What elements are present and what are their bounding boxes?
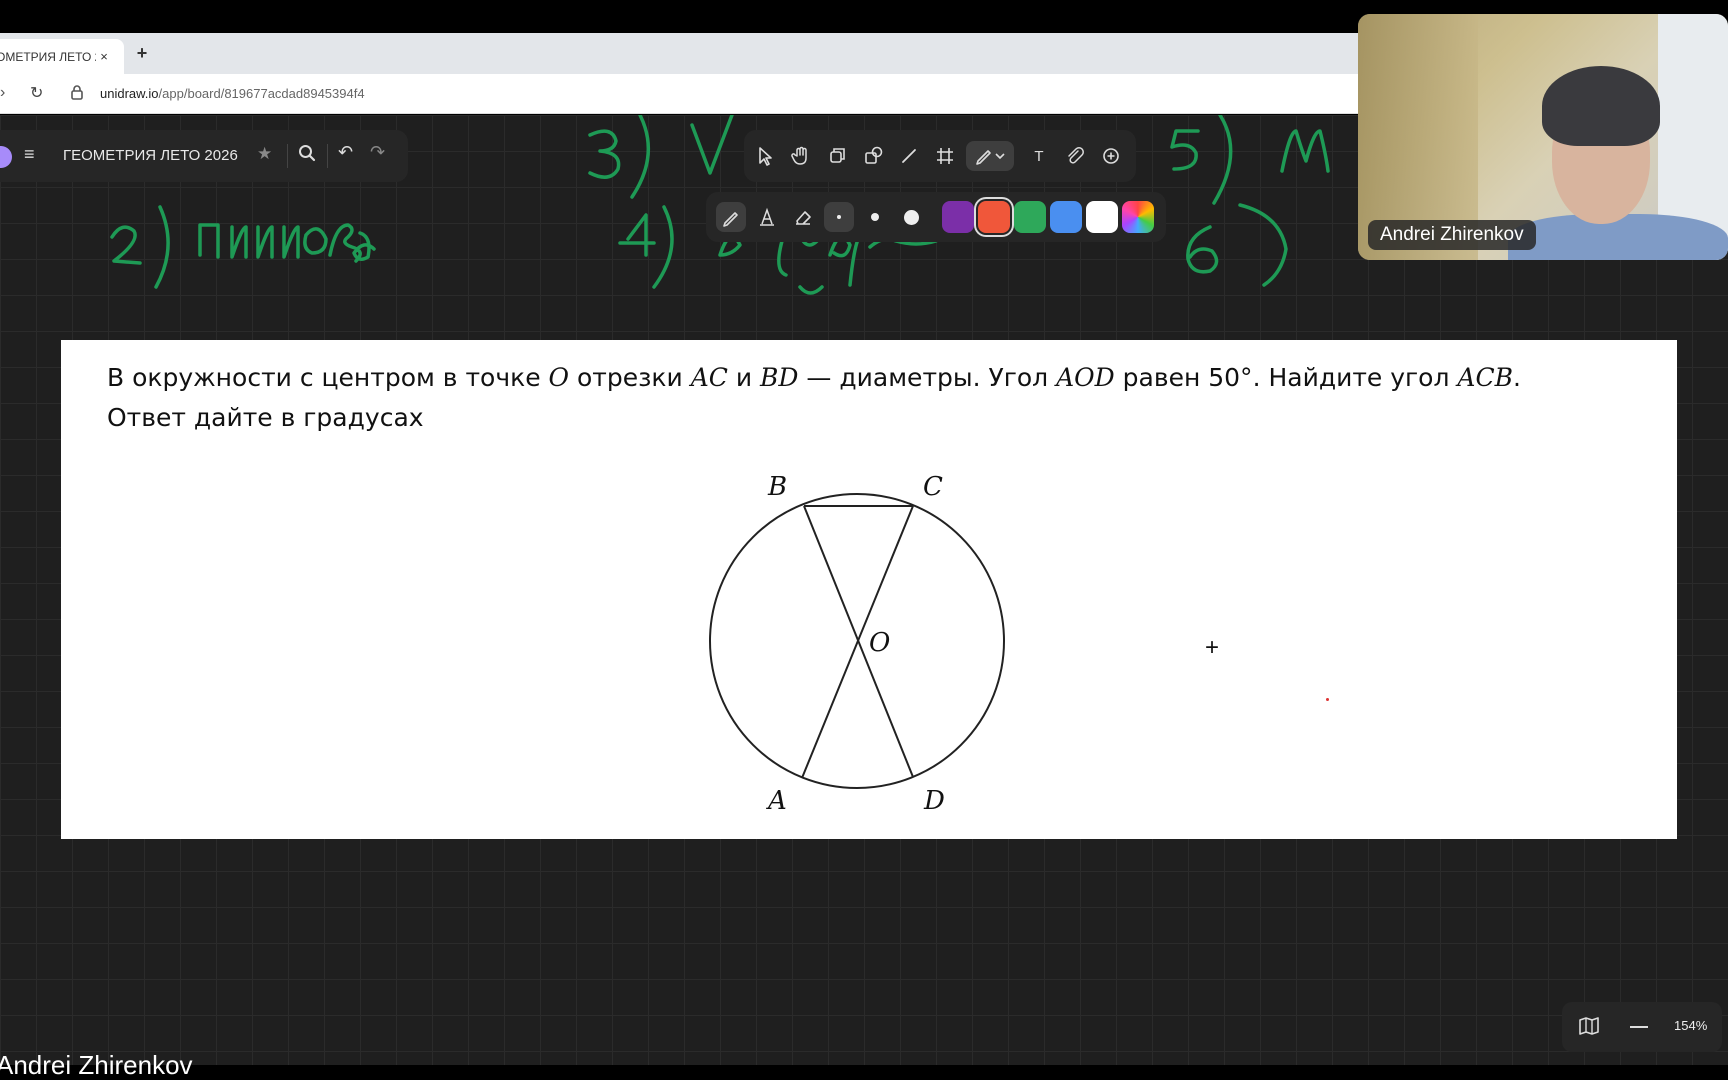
board-title[interactable]: ГЕОМЕТРИЯ ЛЕТО 2026	[63, 147, 238, 164]
line-icon[interactable]	[894, 141, 924, 171]
participant-hair	[1542, 66, 1660, 146]
point-label-o: O	[869, 628, 890, 658]
board-avatar[interactable]	[0, 146, 12, 168]
lock-icon[interactable]	[70, 84, 84, 100]
minimap-icon[interactable]	[1578, 1016, 1600, 1036]
select-icon[interactable]	[750, 141, 780, 171]
board-bar: ≡ ГЕОМЕТРИЯ ЛЕТО 2026 ★ ↶ ↷	[0, 130, 408, 182]
url-host: unidraw.io	[100, 86, 159, 101]
browser-addressbar: › ↻ unidraw.io/app/board/819677acdad8945…	[0, 74, 1360, 114]
point-label-b: B	[767, 472, 787, 502]
zoom-level[interactable]: 154%	[1674, 1018, 1707, 1033]
frame-icon[interactable]	[930, 141, 960, 171]
hand-icon[interactable]	[786, 141, 816, 171]
star-icon[interactable]: ★	[257, 144, 272, 164]
main-toolbar: T	[744, 130, 1136, 182]
more-icon[interactable]	[1096, 141, 1126, 171]
divider	[287, 144, 288, 168]
pen-tool-button[interactable]	[966, 141, 1014, 171]
stroke-large-button[interactable]	[896, 202, 926, 232]
browser-tab-title: ОМЕТРИЯ ЛЕТО 20	[0, 49, 96, 64]
stroke-large-dot	[903, 209, 919, 225]
text-icon[interactable]: T	[1024, 141, 1054, 171]
tab-close-icon[interactable]: ×	[96, 49, 112, 64]
point-label-a: A	[766, 786, 787, 816]
color-swatch-white[interactable]	[1086, 201, 1118, 233]
pencil-option-button[interactable]	[716, 202, 746, 232]
divider	[327, 144, 328, 168]
presenter-name: Andrei Zhirenkov	[0, 1050, 193, 1080]
stroke-small-dot	[837, 215, 841, 219]
geometry-figure: B C O A D	[709, 472, 1005, 816]
participant-name: Andrei Zhirenkov	[1368, 220, 1536, 250]
zoom-out-button[interactable]	[1630, 1026, 1648, 1028]
point-label-d: D	[923, 786, 945, 816]
url-field[interactable]: unidraw.io/app/board/819677acdad8945394f…	[100, 86, 365, 101]
attachment-icon[interactable]	[1060, 141, 1090, 171]
pencil-icon	[723, 212, 738, 227]
search-icon[interactable]	[298, 144, 316, 162]
eraser-shape-icon[interactable]	[822, 141, 852, 171]
problem-card[interactable]: В окружности с центром в точке O отрезки…	[61, 340, 1677, 839]
url-path: /app/board/819677acdad8945394f4	[158, 86, 365, 101]
color-swatch-blue[interactable]	[1050, 201, 1082, 233]
reload-icon[interactable]: ↻	[30, 83, 43, 103]
redo-icon[interactable]: ↷	[370, 142, 385, 163]
eraser-icon[interactable]	[788, 202, 818, 232]
undo-icon[interactable]: ↶	[338, 142, 353, 163]
crosshair-cursor: +	[1205, 634, 1220, 661]
marker-icon[interactable]	[752, 202, 782, 232]
participant-shirt	[1508, 214, 1728, 260]
color-swatch-green[interactable]	[1014, 201, 1046, 233]
zoom-panel: 154%	[1562, 1002, 1722, 1052]
back-icon[interactable]: ›	[0, 84, 5, 102]
menu-icon[interactable]: ≡	[24, 144, 44, 165]
pen-dot	[1326, 698, 1329, 701]
color-swatch-orange[interactable]	[978, 201, 1010, 233]
shapes-icon[interactable]	[858, 141, 888, 171]
participant-video[interactable]: Andrei Zhirenkov	[1358, 14, 1728, 260]
new-tab-button[interactable]: +	[132, 43, 152, 63]
stroke-small-button[interactable]	[824, 202, 854, 232]
browser-tab[interactable]: ОМЕТРИЯ ЛЕТО 20 ×	[0, 39, 124, 74]
color-picker-rainbow[interactable]	[1122, 201, 1154, 233]
pen-options-toolbar	[706, 192, 1166, 242]
stroke-medium-button[interactable]	[860, 202, 890, 232]
point-label-c: C	[923, 472, 943, 502]
stroke-medium-dot	[871, 213, 879, 221]
browser-tabbar: ОМЕТРИЯ ЛЕТО 20 × +	[0, 33, 1360, 74]
pen-icon	[976, 150, 1005, 165]
color-swatch-purple[interactable]	[942, 201, 974, 233]
